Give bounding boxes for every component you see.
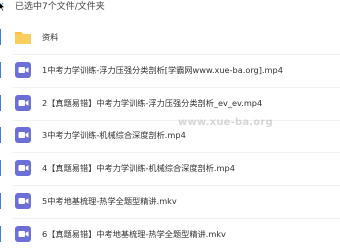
file-name[interactable]: 4【真题易错】中考力学训练-机械综合深度剖析.mp4	[42, 151, 235, 185]
file-row-video[interactable]: 3中考力学训练-机械综合深度剖析.mp4	[0, 118, 340, 152]
file-row-video[interactable]: 6【真题易错】中考地基梳理-热学全题型精讲.mkv	[0, 217, 340, 251]
video-icon	[15, 95, 31, 111]
file-name[interactable]: 3中考力学训练-机械综合深度剖析.mp4	[42, 118, 186, 152]
file-row-video[interactable]: 1中考力学训练-浮力压强分类剖析[学霸网www.xue-ba.org].mp4	[0, 53, 340, 87]
row-checkbox[interactable]	[0, 193, 4, 209]
selection-count-text: 已选中7个文件/文件夹	[15, 2, 105, 12]
row-checkbox[interactable]	[0, 127, 4, 143]
row-checkbox[interactable]	[0, 160, 4, 176]
row-checkbox[interactable]	[0, 95, 4, 111]
file-name[interactable]: 2【真题易错】中考力学训练-浮力压强分类剖析_ev_ev.mp4	[42, 86, 262, 120]
selection-header: ✓ 已选中7个文件/文件夹	[0, 0, 340, 14]
file-row-video[interactable]: 2【真题易错】中考力学训练-浮力压强分类剖析_ev_ev.mp4	[0, 86, 340, 120]
file-row-video[interactable]: 4【真题易错】中考力学训练-机械综合深度剖析.mp4	[0, 151, 340, 185]
file-row-video[interactable]: 5中考地基梳理-热学全题型精讲.mkv	[0, 184, 340, 218]
video-icon	[15, 160, 31, 176]
video-icon	[15, 62, 31, 78]
file-name[interactable]: 1中考力学训练-浮力压强分类剖析[学霸网www.xue-ba.org].mp4	[42, 53, 283, 87]
video-icon	[15, 127, 31, 143]
row-checkbox[interactable]	[0, 226, 4, 242]
row-checkbox[interactable]	[0, 29, 4, 45]
video-icon	[15, 226, 31, 242]
folder-icon	[15, 32, 31, 44]
mouse-cursor-icon	[0, 2, 5, 12]
file-name[interactable]: 5中考地基梳理-热学全题型精讲.mkv	[42, 184, 177, 218]
watermark-text: www.xue-ba.org	[178, 117, 273, 128]
file-name[interactable]: 资料	[42, 20, 58, 54]
file-name[interactable]: 6【真题易错】中考地基梳理-热学全题型精讲.mkv	[42, 217, 226, 251]
file-row-folder[interactable]: 资料	[0, 20, 340, 54]
video-icon	[15, 193, 31, 209]
row-checkbox[interactable]	[0, 62, 4, 78]
